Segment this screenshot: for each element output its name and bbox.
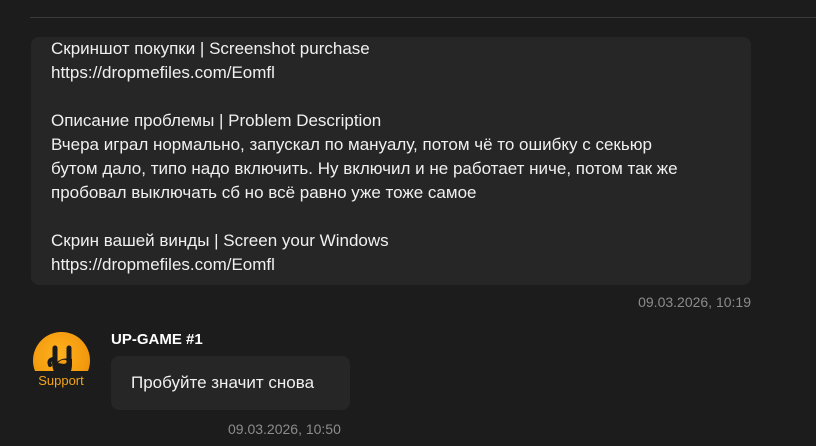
message-link[interactable]: https://dropmefiles.com/Eomfl	[51, 253, 275, 277]
sender-name[interactable]: UP-GAME #1	[111, 330, 203, 350]
message-line: Скриншот покупки | Screenshot purchase	[51, 39, 370, 58]
support-badge: Support	[28, 371, 94, 393]
message-line: Скрин вашей винды | Screen your Windows	[51, 231, 389, 250]
message-link[interactable]: https://dropmefiles.com/Eomfl	[51, 61, 275, 85]
user-message-bubble: Скриншот покупки | Screenshot purchase h…	[31, 37, 751, 285]
message-line: Вчера играл нормально, запускал по мануа…	[51, 135, 652, 154]
top-divider	[30, 17, 816, 18]
user-message-timestamp: 09.03.2026, 10:19	[638, 294, 751, 310]
message-line: пробовал выключать сб но всё равно уже т…	[51, 183, 477, 202]
message-line: бутом дало, типо надо включить. Ну включ…	[51, 159, 678, 178]
support-message-timestamp: 09.03.2026, 10:50	[228, 421, 341, 437]
message-line: Описание проблемы | Problem Description	[51, 111, 382, 130]
support-message-bubble: Пробуйте значит снова	[111, 356, 350, 410]
support-message-text: Пробуйте значит снова	[131, 373, 315, 392]
